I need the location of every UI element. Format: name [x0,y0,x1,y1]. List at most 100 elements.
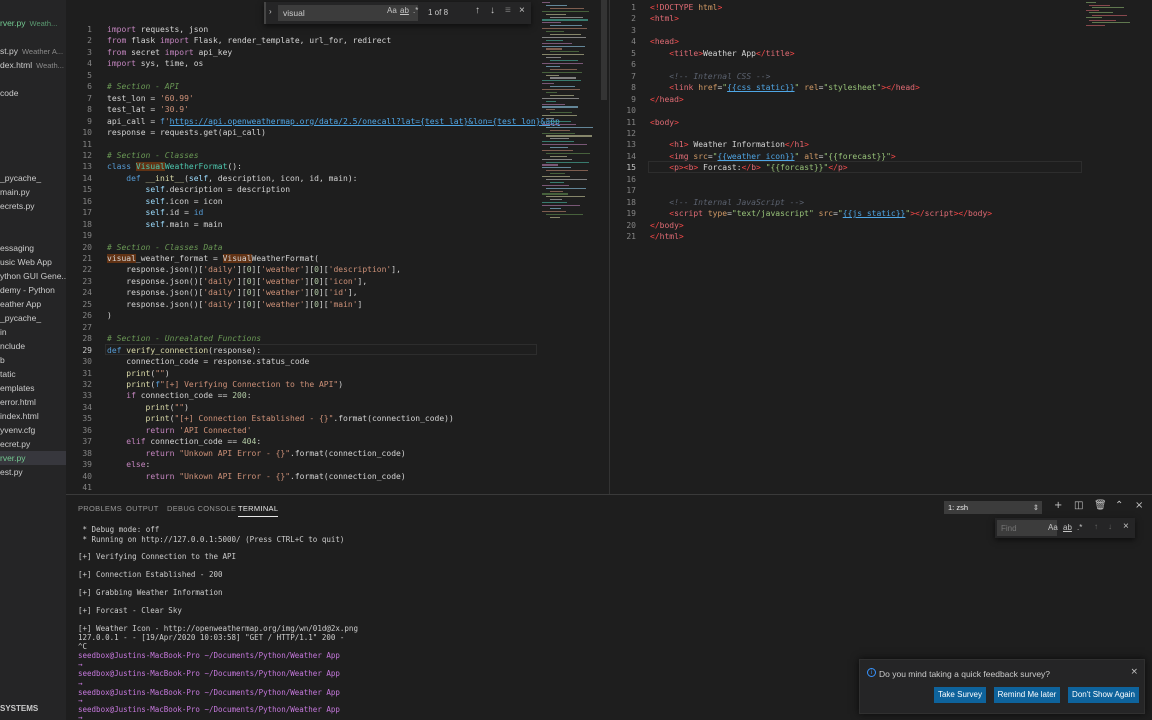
code-line[interactable]: self.description = description [107,184,291,196]
code-line[interactable]: connection_code = response.status_code [107,356,309,368]
code-line[interactable]: response.json()['daily'][0]['weather'][0… [107,276,367,288]
code-line[interactable]: <!-- Internal JavaScript --> [650,197,804,209]
match-case-icon[interactable]: Aa [1048,523,1058,532]
sidebar-file-item[interactable]: est.py [0,465,66,479]
code-line[interactable]: <!DOCTYPE html> [650,2,722,14]
sidebar-file-item[interactable]: essaging [0,241,66,255]
code-line[interactable]: <head> [650,36,679,48]
sidebar-file-item[interactable]: main.py [0,185,66,199]
sidebar-file-item[interactable]: yvenv.cfg [0,423,66,437]
close-icon[interactable]: × [519,5,525,16]
sidebar-file-item[interactable]: demy - Python [0,283,66,297]
code-line[interactable]: self.id = id [107,207,204,219]
code-line[interactable]: <body> [650,117,679,129]
tab-problems[interactable]: PROBLEMS [78,504,122,513]
sidebar-file-item[interactable]: b [0,353,66,367]
code-line[interactable]: </head> [650,94,684,106]
code-line[interactable]: print("") [107,402,189,414]
code-line[interactable]: </html> [650,231,684,243]
code-line[interactable]: elif connection_code == 404: [107,436,261,448]
take-survey-button[interactable]: Take Survey [934,687,986,703]
code-line[interactable]: <link href="{{css_static}}" rel="stylesh… [650,82,920,94]
code-line[interactable]: <title>Weather App</title> [650,48,794,60]
sidebar-file-item[interactable]: eather App [0,297,66,311]
sidebar-file-item[interactable]: _pycache_ [0,171,66,185]
code-line[interactable]: def __init__(self, description, icon, id… [107,173,357,185]
sidebar-file-item[interactable]: error.html [0,395,66,409]
code-line[interactable]: # Section - Classes Data [107,242,223,254]
match-case-icon[interactable]: Aa [387,6,397,15]
code-line[interactable]: <script type="text/javascript" src="{{js… [650,208,992,220]
code-line[interactable]: import sys, time, os [107,58,203,70]
sidebar-file-item[interactable]: code [0,86,66,100]
code-line[interactable]: response.json()['daily'][0]['weather'][0… [107,287,357,299]
sidebar-file-item[interactable]: ecret.py [0,437,66,451]
sidebar-file-item[interactable]: nclude [0,339,66,353]
dont-show-again-button[interactable]: Don't Show Again [1068,687,1139,703]
find-in-selection-icon[interactable]: ≡ [505,5,511,16]
sidebar-file-item[interactable]: emplates [0,381,66,395]
editor-server-py[interactable]: 1 import requests, json 2 from flask import… [66,0,609,494]
code-line[interactable]: print("") [107,368,169,380]
tab-debug-console[interactable]: DEBUG CONSOLE [167,504,236,513]
code-line[interactable]: class VisualWeatherFormat(): [107,161,242,173]
arrow-up-icon[interactable]: ↑ [475,5,480,16]
trash-icon[interactable]: 🗑 [1094,500,1107,511]
code-line[interactable]: ) [107,310,112,322]
code-line[interactable]: print("[+] Connection Established - {}".… [107,413,454,425]
plus-icon[interactable]: + [1054,500,1062,511]
code-line[interactable]: response.json()['daily'][0]['weather'][0… [107,299,362,311]
arrow-down-icon[interactable]: ↓ [490,5,495,16]
chevron-right-icon[interactable]: › [269,7,272,16]
scrollbar-thumb[interactable] [601,0,607,100]
minimap-right[interactable] [1082,0,1142,30]
editor-index-html[interactable]: 1 <!DOCTYPE html> 2 <html> 3 4 <head> 5 <title>… [610,0,1152,494]
code-line[interactable]: <!-- Internal CSS --> [650,71,770,83]
regex-icon[interactable]: .* [413,6,418,15]
terminal-select[interactable]: 1: zsh ⇕ [944,501,1042,514]
minimap-left[interactable] [538,0,600,230]
code-line[interactable]: response = requests.get(api_call) [107,127,266,139]
code-line[interactable]: if connection_code == 200: [107,390,251,402]
chevron-up-icon[interactable]: ⌃ [1115,500,1123,511]
code-line[interactable]: from secret import api_key [107,47,232,59]
arrow-up-icon[interactable]: ↑ [1094,522,1098,531]
sidebar-file-item[interactable]: _pycache_ [0,311,66,325]
sidebar-file-item[interactable]: index.html [0,409,66,423]
regex-icon[interactable]: .* [1077,523,1082,532]
close-icon[interactable]: × [1123,521,1129,532]
close-icon[interactable]: × [1130,667,1138,677]
code-line[interactable]: return 'API Connected' [107,425,252,437]
sidebar-file-item[interactable]: dex.html Weath... [0,58,66,72]
whole-word-icon[interactable]: ab [400,6,409,15]
code-line[interactable]: else: [107,459,150,471]
find-input[interactable] [278,5,418,21]
code-line[interactable]: <h1> Weather Information</h1> [650,139,809,151]
code-line[interactable]: <html> [650,13,679,25]
arrow-down-icon[interactable]: ↓ [1108,522,1112,531]
code-line[interactable]: import requests, json [107,24,208,36]
code-line[interactable]: self.main = main [107,219,223,231]
code-line[interactable]: from flask import Flask, render_template… [107,35,391,47]
sidebar-file-item[interactable]: ecrets.py [0,199,66,213]
code-line[interactable]: <p><b> Forcast:</b> "{{forcast}}"</p> [650,162,847,174]
sidebar-file-item[interactable]: st.py Weather A... [0,44,66,58]
whole-word-icon[interactable]: ab [1063,523,1072,532]
tab-terminal[interactable]: TERMINAL [238,504,279,517]
code-line[interactable]: return "Unkown API Error - {}".format(co… [107,448,406,460]
code-line[interactable]: test_lat = '30.9' [107,104,189,116]
code-line[interactable]: api_call = f'https://api.openweathermap.… [107,116,560,128]
code-line[interactable]: test_lon = '60.99' [107,93,194,105]
code-line[interactable]: return "Unkown API Error - {}".format(co… [107,471,406,483]
sidebar-file-item[interactable]: in [0,325,66,339]
sidebar-file-item[interactable]: usic Web App [0,255,66,269]
tab-output[interactable]: OUTPUT [126,504,159,513]
split-terminal-icon[interactable]: ◫ [1074,500,1083,511]
close-panel-icon[interactable]: × [1135,500,1143,511]
code-line[interactable]: # Section - Classes [107,150,199,162]
sidebar-file-item[interactable]: rver.py Weath... [0,16,66,30]
code-line[interactable]: </body> [650,220,684,232]
code-line[interactable]: print(f"[+] Verifying Connection to the … [107,379,343,391]
code-line[interactable]: # Section - API [107,81,179,93]
sidebar-file-item[interactable]: tatic [0,367,66,381]
